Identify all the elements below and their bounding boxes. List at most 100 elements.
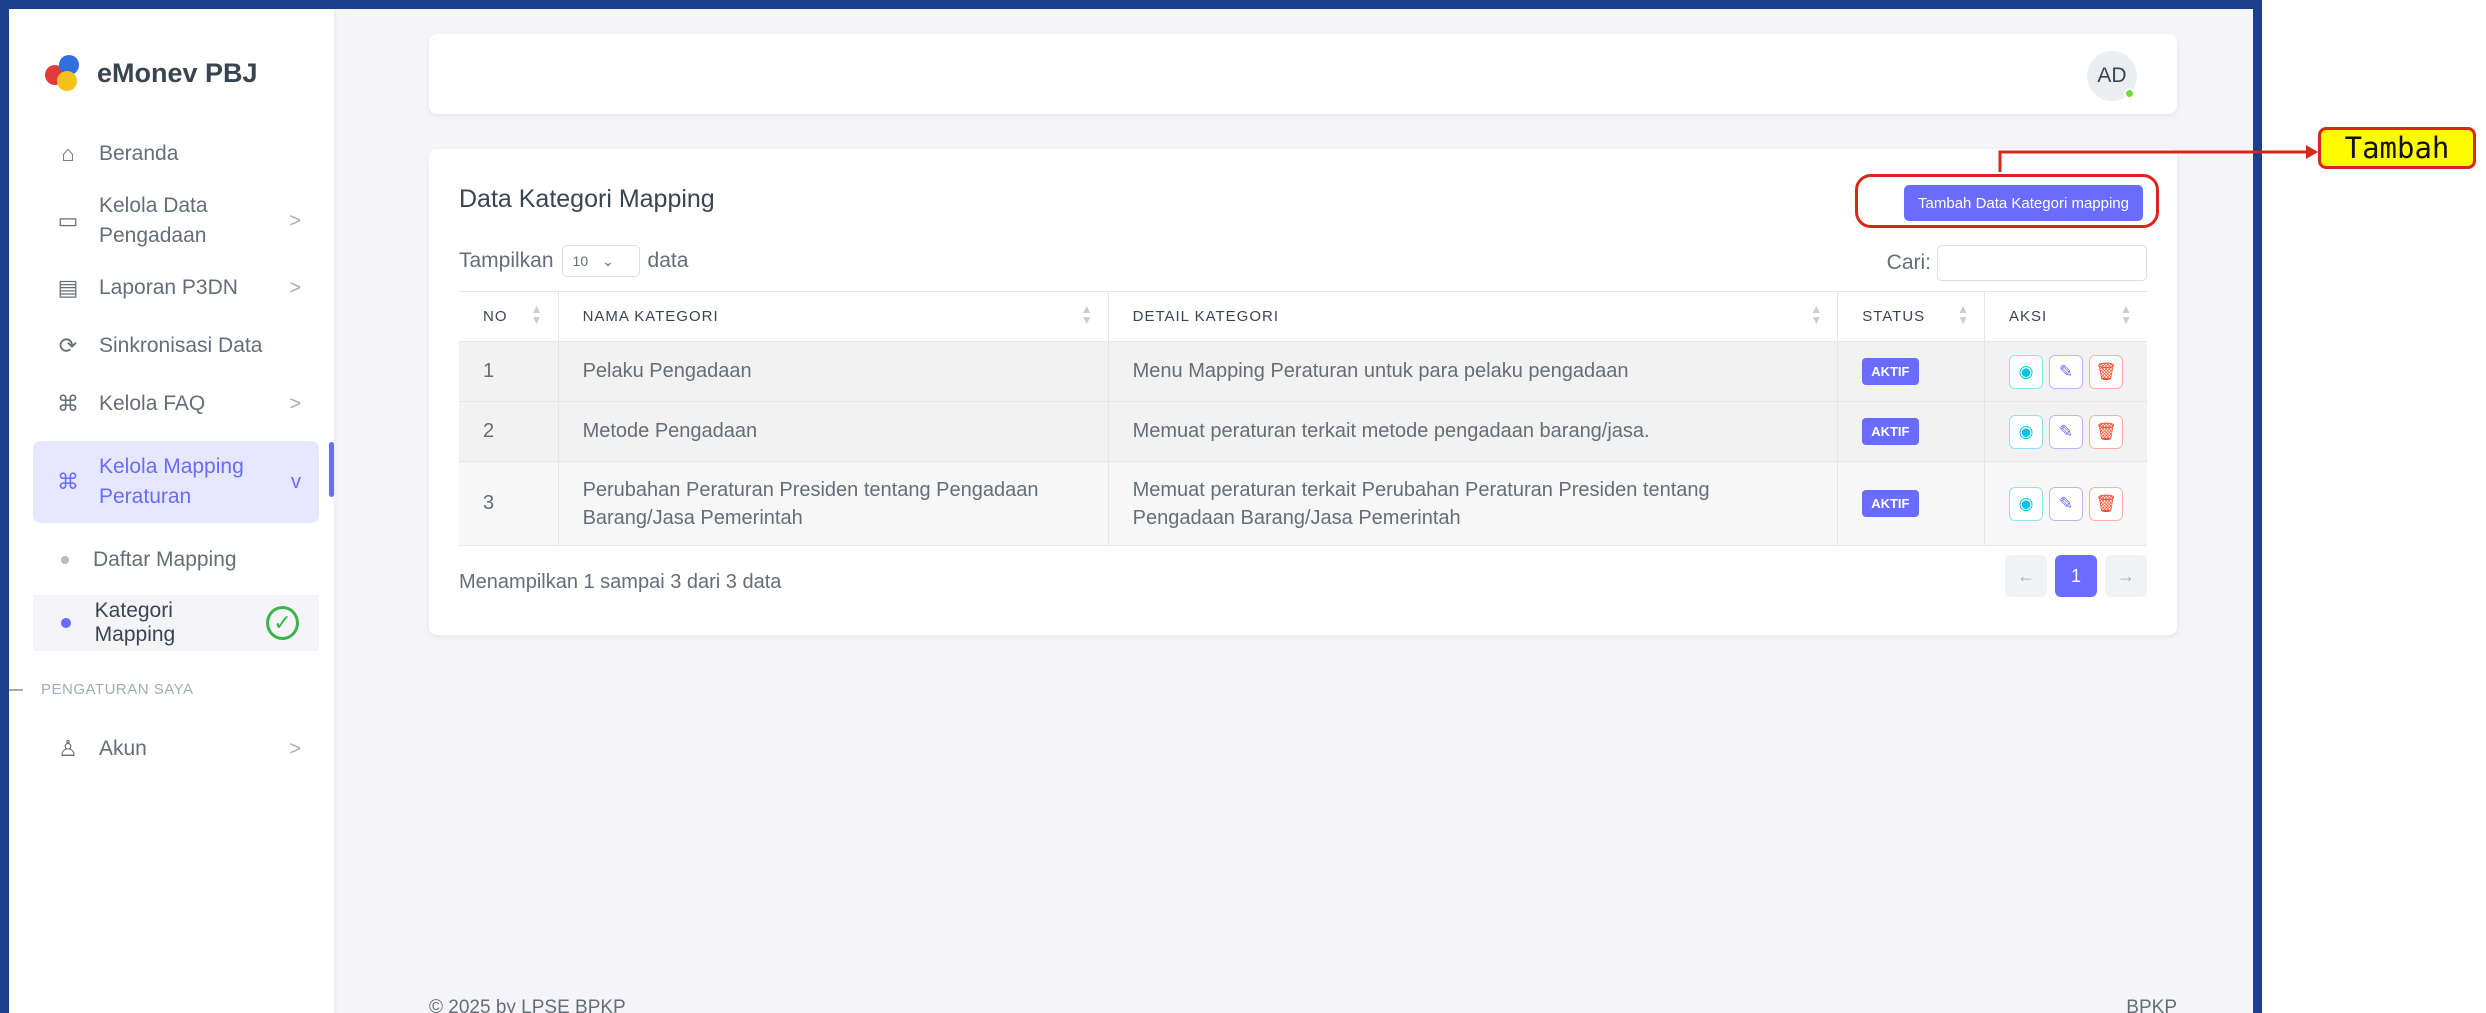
avatar[interactable]: AD: [2087, 51, 2137, 101]
sidebar-item-kelola-data-pengadaan[interactable]: ▭ Kelola Data Pengadaan >: [33, 185, 319, 257]
brand[interactable]: eMonev PBJ: [45, 55, 258, 91]
sidebar-subitem-label: Daftar Mapping: [93, 548, 237, 571]
dash-icon: [9, 688, 23, 691]
column-header-no[interactable]: NO ▲ ▼: [459, 291, 559, 342]
page-length-value: 10: [572, 253, 589, 269]
brand-logo-icon: [45, 55, 81, 91]
view-icon[interactable]: ◉: [2009, 354, 2043, 389]
search: Cari:: [1887, 245, 2147, 281]
search-input[interactable]: [1937, 245, 2147, 281]
bullet-icon: [61, 618, 71, 628]
chevron-right-icon: >: [289, 392, 301, 415]
edit-icon[interactable]: ✎: [2049, 354, 2083, 389]
footer-copyright: © 2025 by LPSE BPKP: [429, 997, 626, 1013]
top-navbar: AD: [429, 34, 2177, 114]
length-prefix: Tampilkan: [459, 249, 554, 272]
sidebar-item-label: Laporan P3DN: [99, 276, 238, 299]
table-row: 3 Perubahan Peraturan Presiden tentang P…: [459, 461, 2147, 546]
user-icon: ♙: [58, 736, 78, 761]
cell-actions: ◉ ✎ 🗑: [1984, 401, 2147, 462]
add-category-button[interactable]: Tambah Data Kategori mapping: [1904, 185, 2143, 221]
table-info: Menampilkan 1 sampai 3 dari 3 data: [459, 571, 782, 593]
column-header-nama[interactable]: NAMA KATEGORI ▲ ▼: [558, 291, 1109, 342]
column-header-aksi[interactable]: AKSI ▲ ▼: [1984, 291, 2147, 342]
chevron-down-icon: v: [291, 470, 301, 493]
sidebar-item-beranda[interactable]: ⌂ Beranda: [33, 129, 319, 179]
pagination: ← 1 →: [2005, 555, 2147, 597]
section-header: PENGATURAN SAYA: [9, 681, 194, 698]
sort-icon: ▲ ▼: [2120, 302, 2133, 327]
status-badge: AKTIF: [1862, 418, 1919, 445]
bullet-icon: [61, 556, 69, 564]
cell-no: 1: [459, 341, 559, 402]
cell-no: 2: [459, 401, 559, 462]
view-icon[interactable]: ◉: [2009, 486, 2043, 521]
sidebar-item-kelola-faq[interactable]: ⌘ Kelola FAQ >: [33, 379, 319, 429]
column-header-status[interactable]: STATUS ▲ ▼: [1837, 291, 1985, 342]
sidebar-subitem-kategori-mapping[interactable]: Kategori Mapping ✓: [33, 595, 319, 651]
cell-status: AKTIF: [1837, 401, 1985, 462]
sort-icon: ▲ ▼: [1957, 302, 1970, 327]
sidebar-item-akun[interactable]: ♙ Akun >: [33, 723, 319, 775]
sidebar-subitem-label: Kategori Mapping: [94, 599, 176, 646]
sidebar-item-kelola-mapping-peraturan[interactable]: ⌘ Kelola Mapping Peraturan v: [33, 441, 319, 523]
view-icon[interactable]: ◉: [2009, 414, 2043, 449]
chevron-right-icon: >: [289, 276, 301, 299]
edit-icon[interactable]: ✎: [2049, 414, 2083, 449]
sidebar-subitem-daftar-mapping[interactable]: Daftar Mapping: [33, 535, 319, 585]
report-icon: ▤: [57, 275, 79, 300]
cell-nama: Metode Pengadaan: [558, 401, 1109, 462]
command-icon: ⌘: [57, 391, 79, 416]
pagination-page-button[interactable]: 1: [2055, 555, 2097, 597]
cell-status: AKTIF: [1837, 341, 1985, 402]
cell-no: 3: [459, 461, 559, 546]
cell-nama: Perubahan Peraturan Presiden tentang Pen…: [558, 461, 1109, 546]
column-label: AKSI: [2009, 308, 2048, 325]
active-indicator: [329, 442, 334, 497]
footer-right: BPKP: [2126, 997, 2177, 1013]
sidebar-menu: ⌂ Beranda ▭ Kelola Data Pengadaan > ▤ La…: [33, 129, 319, 651]
chevron-right-icon: >: [289, 209, 301, 232]
column-label: DETAIL KATEGORI: [1132, 308, 1280, 325]
page-length-select[interactable]: 10 ⌄: [561, 245, 640, 277]
status-badge: AKTIF: [1862, 358, 1919, 385]
delete-icon[interactable]: 🗑: [2089, 486, 2123, 521]
sidebar-item-label: Kelola Data Pengadaan: [99, 194, 208, 247]
column-label: NO: [483, 308, 508, 325]
chevron-right-icon: >: [289, 737, 301, 760]
sidebar-item-label: Akun: [99, 737, 147, 760]
pagination-prev-button[interactable]: ←: [2005, 555, 2047, 597]
column-label: STATUS: [1862, 308, 1926, 325]
app-window: eMonev PBJ ⌂ Beranda ▭ Kelola Data Penga…: [0, 0, 2262, 1013]
table-row: 1 Pelaku Pengadaan Menu Mapping Peratura…: [459, 341, 2147, 402]
sidebar-item-laporan-p3dn[interactable]: ▤ Laporan P3DN >: [33, 263, 319, 313]
cell-nama: Pelaku Pengadaan: [558, 341, 1109, 402]
cell-detail: Memuat peraturan terkait metode pengadaa…: [1108, 401, 1839, 462]
cell-detail: Memuat peraturan terkait Perubahan Perat…: [1108, 461, 1839, 546]
check-circle-icon: ✓: [265, 606, 299, 640]
edit-icon[interactable]: ✎: [2049, 486, 2083, 521]
sidebar-item-sinkronisasi-data[interactable]: ⟳ Sinkronisasi Data: [33, 321, 319, 371]
sort-icon: ▲ ▼: [530, 302, 544, 327]
data-card: Data Kategori Mapping Tambah Data Katego…: [429, 149, 2177, 635]
sidebar-item-label: Kelola Mapping Peraturan: [99, 455, 244, 508]
category-table: NO ▲ ▼ NAMA KATEGORI ▲ ▼ DETAIL KATEGORI ▲ ▼ S…: [459, 291, 2147, 546]
sidebar-item-label: Kelola FAQ: [99, 392, 206, 415]
sync-icon: ⟳: [58, 333, 78, 358]
column-header-detail[interactable]: DETAIL KATEGORI ▲ ▼: [1108, 291, 1839, 342]
sidebar-item-label: Beranda: [99, 142, 179, 165]
section-header-label: PENGATURAN SAYA: [41, 681, 194, 698]
pagination-next-button[interactable]: →: [2105, 555, 2147, 597]
status-badge: AKTIF: [1862, 490, 1919, 517]
folder-icon: ▭: [57, 208, 79, 233]
command-icon: ⌘: [57, 469, 79, 494]
search-label: Cari:: [1886, 251, 1931, 274]
online-status-icon: [2124, 88, 2135, 99]
table-row: 2 Metode Pengadaan Memuat peraturan terk…: [459, 401, 2147, 462]
length-suffix: data: [647, 249, 689, 272]
sidebar-menu-account: ♙ Akun >: [33, 723, 319, 775]
delete-icon[interactable]: 🗑: [2089, 354, 2123, 389]
delete-icon[interactable]: 🗑: [2089, 414, 2123, 449]
chevron-down-icon: ⌄: [602, 252, 614, 269]
page-title: Data Kategori Mapping: [459, 185, 715, 213]
